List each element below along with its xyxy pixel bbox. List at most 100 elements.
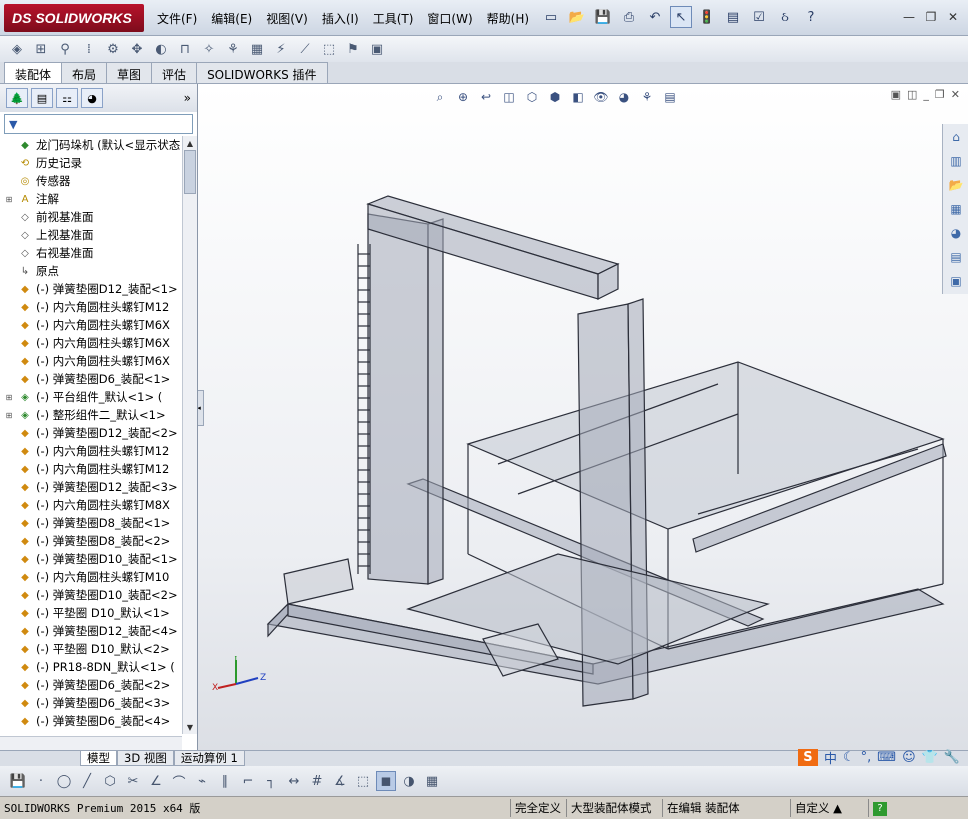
menu-help[interactable]: 帮助(H)	[480, 8, 536, 29]
parallel-icon[interactable]: ∥	[215, 771, 235, 791]
gantry-palletizer-model[interactable]	[198, 84, 968, 750]
minimize-icon[interactable]: —	[900, 8, 918, 26]
platform-top-frame[interactable]	[466, 361, 945, 530]
menu-insert[interactable]: 插入(I)	[315, 8, 366, 29]
tree-item[interactable]: ◆ (-) 弹簧垫圈D6_装配<4>	[0, 712, 182, 730]
linear-pattern-icon[interactable]: ⁞	[78, 38, 100, 60]
circle-icon[interactable]: ◯	[54, 771, 74, 791]
solidworks-forum-icon[interactable]: ▣	[945, 270, 967, 292]
tree-item[interactable]: ◆ (-) 内六角圆柱头螺钉M8X	[0, 496, 182, 514]
print-icon[interactable]: ⎙	[618, 6, 640, 28]
menu-view[interactable]: 视图(V)	[259, 8, 315, 29]
move-component-icon[interactable]: ✥	[126, 38, 148, 60]
show-hidden-icon[interactable]: ◐	[150, 38, 172, 60]
tree-item[interactable]: ◆ (-) 弹簧垫圈D10_装配<2>	[0, 586, 182, 604]
insert-components-icon[interactable]: ⊞	[30, 38, 52, 60]
solidworks-logo[interactable]: DS SOLIDWORKS	[4, 4, 144, 32]
mate-icon[interactable]: ⚲	[54, 38, 76, 60]
options-icon[interactable]: ☑	[748, 6, 770, 28]
line-icon[interactable]: ╱	[77, 771, 97, 791]
shaded-icon[interactable]: ◼	[376, 771, 396, 791]
tree-root[interactable]: ◆ 龙门码垛机 (默认<显示状态	[0, 136, 182, 154]
menu-window[interactable]: 窗口(W)	[420, 8, 479, 29]
tree-item[interactable]: ↳ 原点	[0, 262, 182, 280]
menu-tools[interactable]: 工具(T)	[366, 8, 421, 29]
angle-icon[interactable]: ∠	[146, 771, 166, 791]
tree-item[interactable]: ⟲ 历史记录	[0, 154, 182, 172]
point-icon[interactable]: ·	[31, 771, 51, 791]
tree-item[interactable]: ◆ (-) 内六角圆柱头螺钉M12	[0, 298, 182, 316]
file-explorer-icon[interactable]: 📂	[945, 174, 967, 196]
save-icon[interactable]: 💾	[8, 771, 28, 791]
polygon-icon[interactable]: ⬡	[100, 771, 120, 791]
tree-vertical-scrollbar[interactable]: ▲ ▼	[182, 136, 197, 734]
tree-item[interactable]: ◆ (-) 平垫圈 D10_默认<1>	[0, 604, 182, 622]
tree-item[interactable]: ◆ (-) 平垫圈 D10_默认<2>	[0, 640, 182, 658]
tab-evaluate[interactable]: 评估	[151, 62, 198, 83]
custom-properties-icon[interactable]: ▤	[945, 246, 967, 268]
bill-of-materials-icon[interactable]: ▦	[246, 38, 268, 60]
scroll-down-icon[interactable]: ▼	[183, 720, 197, 734]
filter-icon[interactable]: ▼	[9, 118, 17, 131]
tree-item[interactable]: ◆ (-) PR18-8DN_默认<1> (	[0, 658, 182, 676]
trim-icon[interactable]: ✂	[123, 771, 143, 791]
expand-icon[interactable]: ⊞	[4, 195, 14, 204]
exploded-view-icon[interactable]: ⚡	[270, 38, 292, 60]
display-manager-tab-icon[interactable]: ◕	[81, 88, 103, 108]
property-manager-tab-icon[interactable]: ▤	[31, 88, 53, 108]
help-icon[interactable]: ?	[873, 802, 887, 816]
tab-addins[interactable]: SOLIDWORKS 插件	[196, 62, 328, 83]
expand-tabs-icon[interactable]: »	[184, 91, 191, 105]
help-cell[interactable]: ?	[868, 799, 891, 817]
configuration-manager-tab-icon[interactable]: ⚏	[56, 88, 78, 108]
instant3d-icon[interactable]: ⬚	[318, 38, 340, 60]
expand-icon[interactable]: ⊞	[4, 393, 14, 402]
menu-edit[interactable]: 编辑(E)	[204, 8, 259, 29]
wrench-icon[interactable]: 🔧	[944, 750, 960, 765]
scroll-up-icon[interactable]: ▲	[183, 136, 197, 150]
pane-collapse-handle[interactable]: ◂	[198, 390, 204, 426]
tree-item[interactable]: ◆ (-) 弹簧垫圈D6_装配<2>	[0, 676, 182, 694]
tree-item[interactable]: ◆ (-) 弹簧垫圈D8_装配<2>	[0, 532, 182, 550]
grid-icon[interactable]: #	[307, 771, 327, 791]
tree-item[interactable]: ◆ (-) 弹簧垫圈D12_装配<2>	[0, 424, 182, 442]
fillet-icon[interactable]: ⌒	[169, 771, 189, 791]
menu-file[interactable]: 文件(F)	[150, 8, 204, 29]
tree-item[interactable]: ◆ (-) 弹簧垫圈D12_装配<4>	[0, 622, 182, 640]
tree-item[interactable]: ◆ (-) 内六角圆柱头螺钉M6X	[0, 352, 182, 370]
appearances-icon[interactable]: ◕	[945, 222, 967, 244]
scroll-thumb[interactable]	[184, 150, 196, 194]
smart-fasteners-icon[interactable]: ⚙	[102, 38, 124, 60]
tree-item[interactable]: ◆ (-) 弹簧垫圈D6_装配<1>	[0, 370, 182, 388]
assembly-features-icon[interactable]: ⊓	[174, 38, 196, 60]
tree-item[interactable]: ◆ (-) 弹簧垫圈D8_装配<1>	[0, 514, 182, 532]
sogou-logo-icon[interactable]: S	[797, 748, 818, 767]
wireframe-icon[interactable]: ⬚	[353, 771, 373, 791]
snapshot-icon[interactable]: ▣	[366, 38, 388, 60]
angle-dim-icon[interactable]: ∡	[330, 771, 350, 791]
keyboard-icon[interactable]: ⌨	[877, 750, 896, 765]
user-icon[interactable]: ☺	[902, 750, 916, 765]
tree-item[interactable]: ◆ (-) 内六角圆柱头螺钉M12	[0, 460, 182, 478]
units-selector[interactable]: 自定义 ▲	[790, 799, 846, 817]
tree-item[interactable]: ◆ (-) 内六角圆柱头螺钉M12	[0, 442, 182, 460]
tree-item[interactable]: ⊞ ◈ (-) 平台组件_默认<1> (	[0, 388, 182, 406]
left-column[interactable]	[367, 213, 429, 585]
table-icon[interactable]: ▦	[422, 771, 442, 791]
tree-item[interactable]: ◆ (-) 内六角圆柱头螺钉M6X	[0, 334, 182, 352]
help-icon[interactable]: ?	[800, 6, 822, 28]
extend-icon[interactable]: ⌁	[192, 771, 212, 791]
dimension-icon[interactable]: ↔	[284, 771, 304, 791]
tab-sketch[interactable]: 草图	[106, 62, 153, 83]
left-column-side[interactable]	[427, 218, 444, 585]
tree-item[interactable]: ◆ (-) 内六角圆柱头螺钉M10	[0, 568, 182, 586]
punctuation-icon[interactable]: °,	[861, 750, 872, 765]
tab-motion-study[interactable]: 运动算例 1	[173, 751, 245, 766]
solidworks-resources-icon[interactable]: ⌂	[945, 126, 967, 148]
tree-item[interactable]: ◆ (-) 弹簧垫圈D12_装配<3>	[0, 478, 182, 496]
dashed-corner-icon[interactable]: ┐	[261, 771, 281, 791]
close-icon[interactable]: ✕	[944, 8, 962, 26]
tab-assembly[interactable]: 装配体	[4, 62, 63, 83]
tree-item[interactable]: ⊞ A 注解	[0, 190, 182, 208]
design-library-icon[interactable]: ▥	[945, 150, 967, 172]
